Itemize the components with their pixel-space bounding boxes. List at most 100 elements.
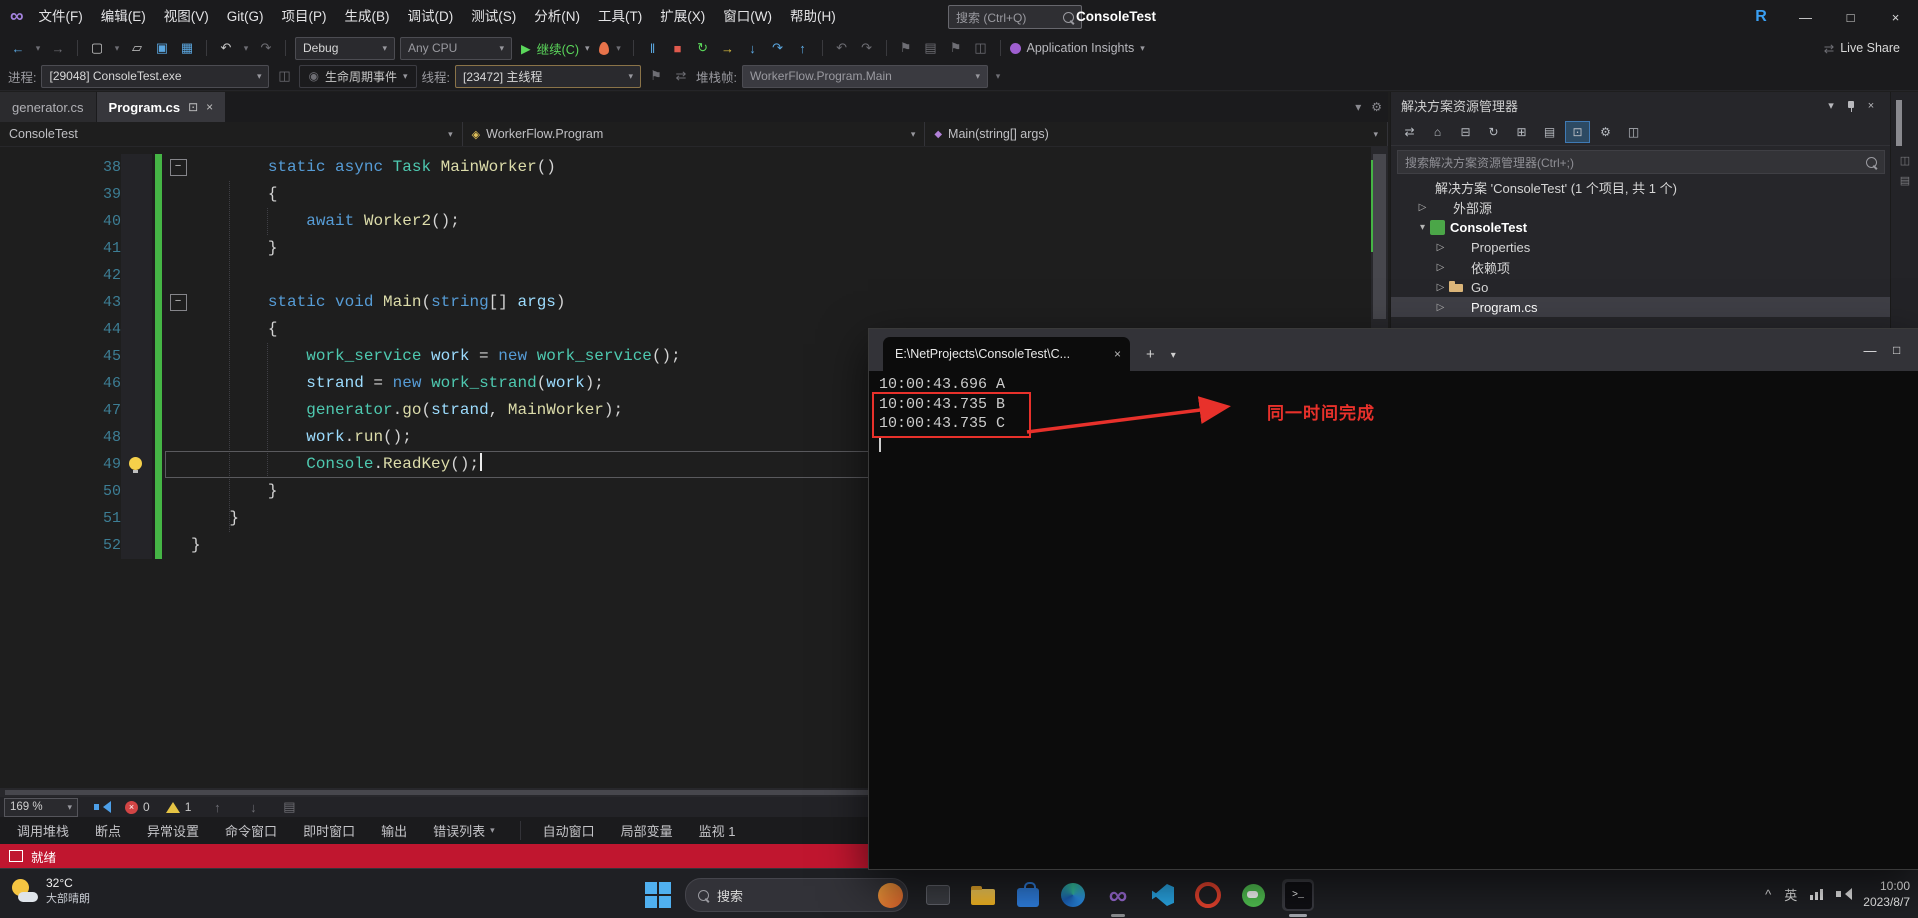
- code-line-39[interactable]: 39 {: [0, 181, 1370, 208]
- panel-icon[interactable]: ◫: [1891, 154, 1918, 167]
- step-over-icon[interactable]: ↷: [768, 40, 788, 56]
- zoom-select[interactable]: 169 % ▾: [4, 797, 78, 817]
- expander-icon[interactable]: ▷: [1433, 282, 1448, 293]
- previous-issue-icon[interactable]: ↑: [207, 800, 227, 815]
- undo-navigation-icon[interactable]: ↶: [832, 40, 852, 56]
- panel-tab[interactable]: 即时窗口: [290, 821, 368, 840]
- bookmark-list-icon[interactable]: ▤: [921, 40, 941, 56]
- menu-item[interactable]: 视图(V): [155, 0, 218, 34]
- new-file-icon[interactable]: ▢: [87, 40, 107, 56]
- weather-widget[interactable]: 32°C 大部晴朗: [10, 876, 90, 906]
- network-icon[interactable]: [1810, 888, 1824, 900]
- panel-tab[interactable]: 错误列表 ▾: [420, 821, 508, 840]
- chevron-down-icon[interactable]: ▾: [1821, 99, 1841, 112]
- application-insights-button[interactable]: Application Insights ▾: [1009, 41, 1145, 55]
- tree-item[interactable]: ▾ ConsoleTest: [1391, 217, 1891, 237]
- terminal-body[interactable]: 10:00:43.696 A 10:00:43.735 B 10:00:43.735…: [869, 371, 1918, 869]
- visual-studio-icon[interactable]: [1102, 879, 1134, 917]
- tab-program-cs[interactable]: Program.cs ⊡ ×: [96, 92, 226, 122]
- start-button[interactable]: [645, 882, 671, 908]
- breadcrumb-type[interactable]: ◈ WorkerFlow.Program ▾: [463, 122, 926, 146]
- menu-item[interactable]: 扩展(X): [651, 0, 714, 34]
- solution-explorer-search[interactable]: 搜索解决方案资源管理器(Ctrl+;): [1397, 150, 1885, 174]
- refresh-icon[interactable]: ↻: [1481, 121, 1506, 143]
- toolbar-options-dropdown-icon[interactable]: ▾: [993, 71, 1003, 82]
- warning-badge[interactable]: 1: [165, 800, 191, 814]
- undo-icon[interactable]: ↶: [216, 40, 236, 56]
- panel-tab[interactable]: 监视 1: [686, 821, 749, 840]
- vertical-scrollbar-thumb[interactable]: [1373, 154, 1386, 319]
- expander-icon[interactable]: ▷: [1433, 262, 1448, 273]
- new-file-dropdown-icon[interactable]: ▾: [112, 43, 122, 54]
- expander-icon[interactable]: ▾: [1415, 222, 1430, 233]
- error-badge[interactable]: × 0: [125, 800, 150, 814]
- tree-item[interactable]: ▷ 外部源: [1391, 197, 1891, 217]
- show-all-files-icon[interactable]: ⊞: [1509, 121, 1534, 143]
- bookmark-icon[interactable]: ⚑: [896, 40, 916, 56]
- expander-icon[interactable]: ▷: [1433, 302, 1448, 313]
- code-line-42[interactable]: 42: [0, 262, 1370, 289]
- view-code-icon[interactable]: ▤: [1537, 121, 1562, 143]
- announcements-icon[interactable]: [94, 801, 111, 813]
- step-out-icon[interactable]: ↑: [793, 41, 813, 56]
- chat-icon[interactable]: [1237, 879, 1269, 911]
- menu-item[interactable]: 文件(F): [30, 0, 92, 34]
- pin-icon[interactable]: [1845, 100, 1857, 112]
- code-cleanup-icon[interactable]: ▤: [279, 799, 299, 815]
- close-button[interactable]: ×: [1873, 0, 1918, 34]
- task-view-icon[interactable]: [922, 879, 954, 911]
- documents-dropdown-icon[interactable]: ▾: [1355, 100, 1361, 114]
- tab-dropdown-icon[interactable]: ▾: [1171, 350, 1176, 361]
- close-tab-icon[interactable]: ×: [1114, 347, 1121, 361]
- code-line-38[interactable]: 38 − static async Task MainWorker(): [0, 154, 1370, 181]
- menu-item[interactable]: 工具(T): [589, 0, 651, 34]
- undo-dropdown-icon[interactable]: ▾: [241, 43, 251, 54]
- menu-item[interactable]: 分析(N): [525, 0, 589, 34]
- flag-thread-icon[interactable]: ⚑: [646, 68, 666, 84]
- step-into-icon[interactable]: ↓: [743, 41, 763, 56]
- input-language-indicator[interactable]: 英: [1784, 885, 1797, 904]
- panel-tab[interactable]: 命令窗口: [212, 821, 290, 840]
- tree-item[interactable]: 解决方案 'ConsoleTest' (1 个项目, 共 1 个): [1391, 177, 1891, 197]
- panel-icon[interactable]: ▤: [1891, 174, 1918, 187]
- fold-collapse-icon[interactable]: −: [169, 159, 187, 176]
- minimize-button[interactable]: —: [1847, 343, 1893, 358]
- panel-tab[interactable]: 调用堆栈: [4, 821, 82, 840]
- panel-tab[interactable]: 局部变量: [608, 821, 686, 840]
- expander-icon[interactable]: ▷: [1415, 202, 1430, 213]
- minimize-button[interactable]: —: [1783, 0, 1828, 34]
- taskbar-clock[interactable]: 10:00 2023/8/7: [1863, 878, 1910, 910]
- panel-tab[interactable]: 自动窗口: [519, 821, 608, 840]
- breadcrumb-member[interactable]: ◆ Main(string[] args) ▾: [925, 122, 1389, 146]
- menu-item[interactable]: 生成(B): [336, 0, 399, 34]
- properties-icon[interactable]: ⚙: [1593, 121, 1618, 143]
- store-icon[interactable]: [1012, 879, 1044, 911]
- save-all-icon[interactable]: ▦: [177, 40, 197, 56]
- tab-generator-cs[interactable]: generator.cs: [0, 92, 96, 122]
- tree-item[interactable]: ▷ Go: [1391, 277, 1891, 297]
- fold-collapse-icon[interactable]: −: [169, 294, 187, 311]
- editor-options-icon[interactable]: ⚙: [1371, 100, 1382, 114]
- lifecycle-events-button[interactable]: ◉ 生命周期事件 ▾: [299, 64, 417, 88]
- redo-navigation-icon[interactable]: ↷: [857, 40, 877, 56]
- preview-icon[interactable]: ◫: [1621, 121, 1646, 143]
- thread-select[interactable]: [23472] 主线程 ▾: [455, 64, 641, 88]
- code-line-40[interactable]: 40 await Worker2();: [0, 208, 1370, 235]
- menu-item[interactable]: 帮助(H): [781, 0, 845, 34]
- tree-item[interactable]: ▷ Properties: [1391, 237, 1891, 257]
- next-bookmark-icon[interactable]: ⚑: [946, 40, 966, 56]
- close-icon[interactable]: ×: [1861, 100, 1881, 112]
- panel-tab[interactable]: 断点: [82, 821, 134, 840]
- taskbar-search-box[interactable]: 搜索: [685, 878, 908, 912]
- show-next-statement-icon[interactable]: →: [718, 41, 738, 56]
- stop-debugging-icon[interactable]: ■: [668, 41, 688, 56]
- menu-item[interactable]: 编辑(E): [92, 0, 155, 34]
- process-select[interactable]: [29048] ConsoleTest.exe ▾: [41, 64, 270, 88]
- stack-frame-select[interactable]: WorkerFlow.Program.Main ▾: [741, 64, 988, 88]
- navigate-backward-icon[interactable]: ←: [8, 41, 28, 56]
- edge-icon[interactable]: [1057, 879, 1089, 911]
- menu-item[interactable]: 测试(S): [462, 0, 525, 34]
- hot-reload-icon[interactable]: [598, 41, 609, 55]
- restart-icon[interactable]: ↻: [693, 40, 713, 56]
- pin-tab-icon[interactable]: ⊡: [188, 100, 198, 114]
